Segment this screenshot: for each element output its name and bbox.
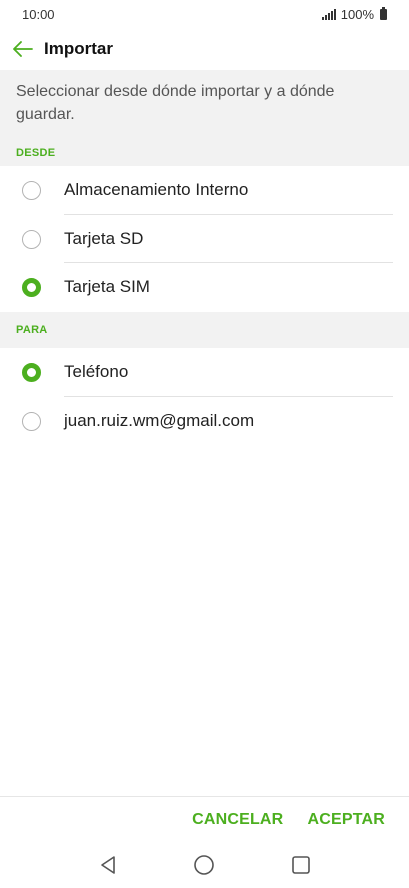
cancel-button[interactable]: CANCELAR (192, 811, 283, 829)
radio-button[interactable] (22, 411, 41, 431)
nav-back-icon[interactable] (93, 850, 123, 880)
option-tarjeta-sim[interactable]: Tarjeta SIM (0, 263, 409, 311)
action-bar: CANCELAR ACEPTAR (0, 796, 409, 842)
battery-icon (380, 6, 387, 20)
battery-level: 100% (340, 6, 374, 22)
screen: 10:00 100% Importar Seleccionar desde dó… (0, 0, 409, 888)
navigation-bar (0, 842, 409, 888)
option-almacenamiento-interno[interactable]: Almacenamiento Interno (0, 166, 409, 214)
accept-button[interactable]: ACEPTAR (307, 811, 385, 829)
option-label: Tarjeta SD (64, 229, 144, 248)
option-tarjeta-sd[interactable]: Tarjeta SD (0, 215, 409, 263)
section-header-para: PARA (0, 312, 409, 348)
signal-icon (321, 8, 336, 20)
status-time: 10:00 (22, 6, 55, 22)
radio-button[interactable] (22, 229, 41, 249)
app-bar: Importar (0, 28, 409, 70)
option-google-account[interactable]: juan.ruiz.wm@gmail.com (0, 397, 409, 445)
radio-button-selected[interactable] (22, 277, 41, 297)
nav-recents-icon[interactable] (286, 850, 316, 880)
status-bar: 10:00 100% (0, 0, 409, 28)
option-label: juan.ruiz.wm@gmail.com (64, 411, 255, 430)
section-header-desde: DESDE (0, 140, 409, 166)
option-telefono[interactable]: Teléfono (0, 348, 409, 396)
back-arrow-icon[interactable] (12, 38, 34, 60)
radio-button[interactable] (22, 180, 41, 200)
description-text: Seleccionar desde dónde importar y a dón… (0, 70, 409, 140)
option-label: Teléfono (64, 362, 129, 381)
page-title: Importar (44, 39, 113, 58)
option-label: Tarjeta SIM (64, 277, 150, 296)
status-icons: 100% (321, 6, 387, 22)
option-label: Almacenamiento Interno (64, 180, 249, 199)
radio-button-selected[interactable] (22, 362, 41, 382)
nav-home-icon[interactable] (189, 850, 219, 880)
